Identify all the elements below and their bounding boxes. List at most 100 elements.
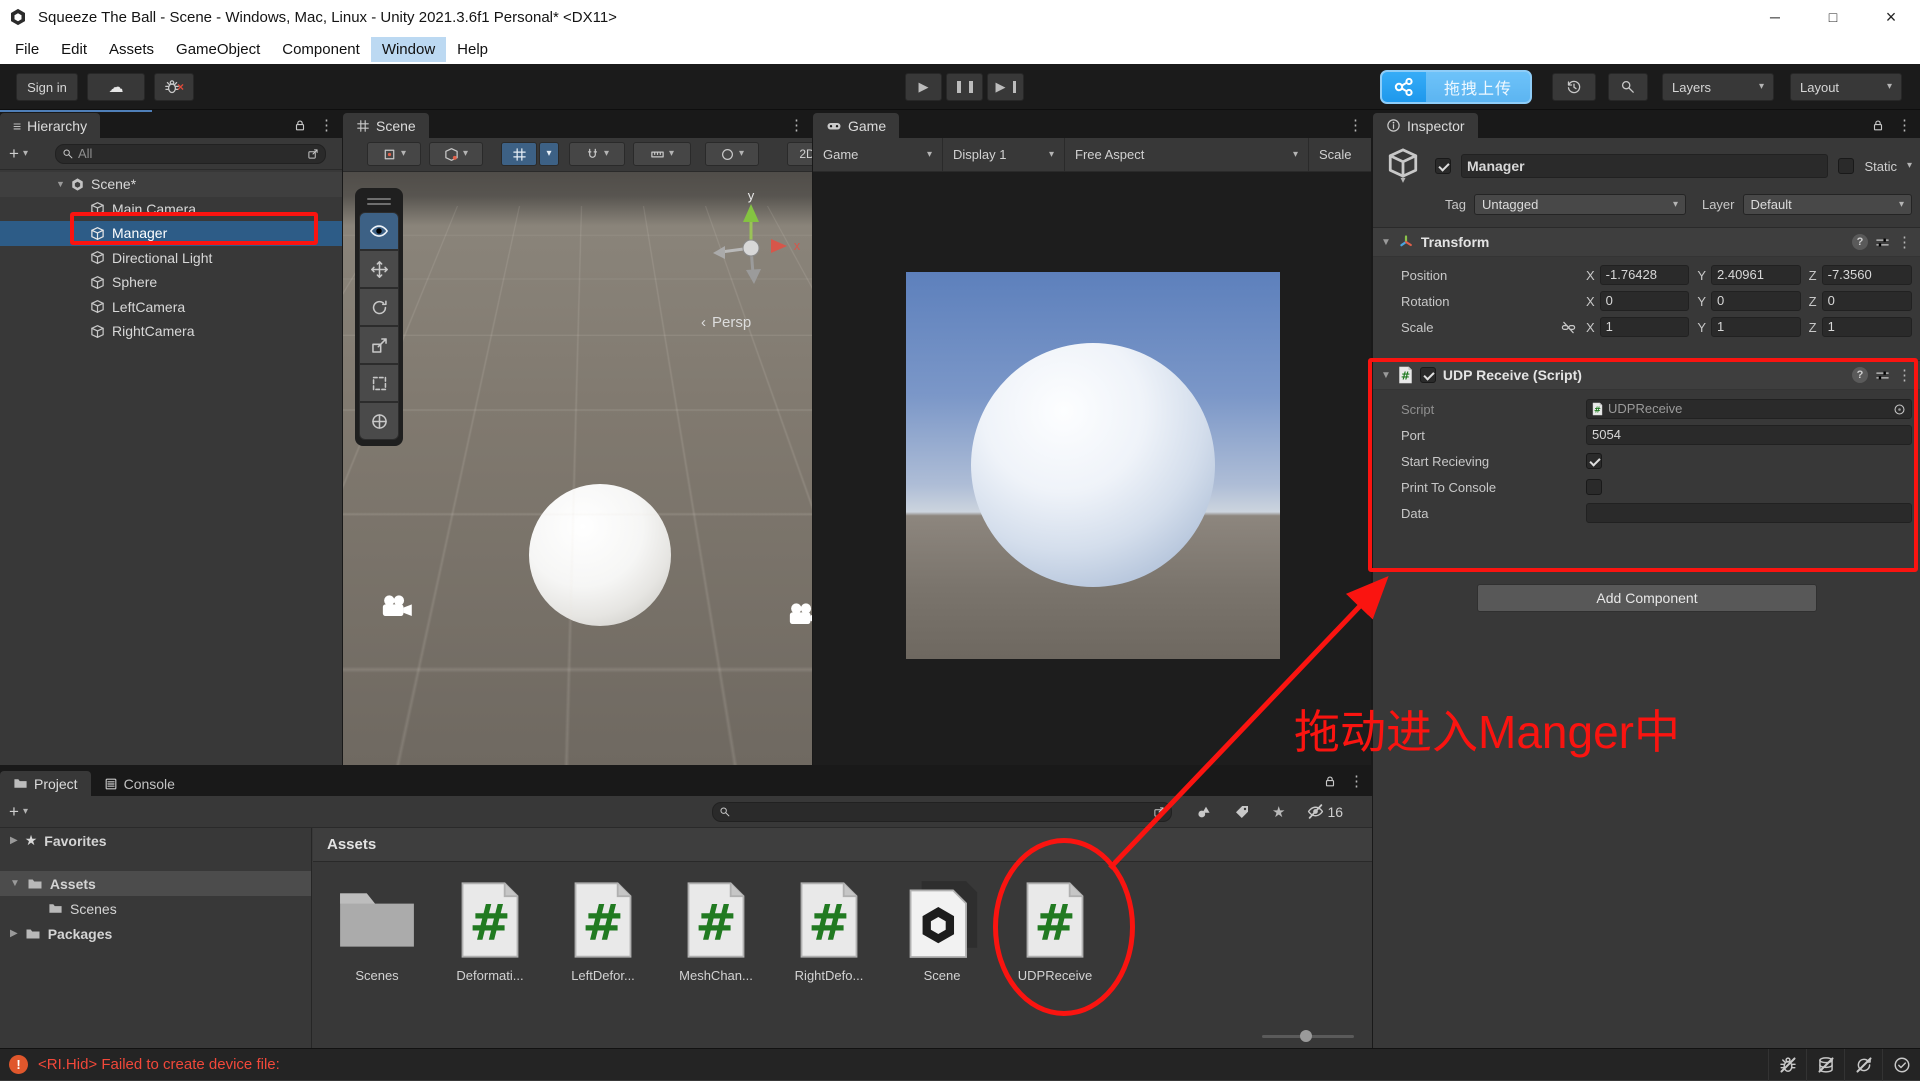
asset-rightdeform-script[interactable]: RightDefo...: [777, 876, 881, 1048]
constrain-proportions-link-icon[interactable]: [1561, 320, 1576, 335]
status-bar[interactable]: ! <RI.Hid> Failed to create device file:: [0, 1048, 1920, 1080]
menu-gameobject[interactable]: GameObject: [165, 37, 271, 62]
auto-refresh-disabled-button[interactable]: [1844, 1049, 1882, 1081]
add-gameobject-button[interactable]: +: [9, 144, 19, 164]
add-component-button[interactable]: Add Component: [1477, 584, 1817, 612]
scale-tool-button[interactable]: [359, 326, 399, 364]
create-asset-button[interactable]: +: [9, 802, 19, 822]
snap-settings-dropdown[interactable]: ▾: [569, 142, 625, 166]
status-error-text[interactable]: <RI.Hid> Failed to create device file:: [38, 1056, 280, 1073]
menu-component[interactable]: Component: [271, 37, 371, 62]
play-button[interactable]: ▶: [905, 73, 942, 101]
menu-help[interactable]: Help: [446, 37, 499, 62]
rotation-z-field[interactable]: 0: [1822, 291, 1912, 311]
scene-sphere-object[interactable]: [529, 484, 671, 626]
game-target-dropdown[interactable]: Game ▾: [813, 138, 943, 171]
lock-icon[interactable]: [1871, 118, 1885, 132]
foldout-open-icon[interactable]: ▼: [56, 179, 70, 189]
display-dropdown[interactable]: Display 1 ▾: [943, 138, 1065, 171]
slider-knob[interactable]: [1300, 1030, 1312, 1042]
udp-receive-component-header[interactable]: ▼ UDP Receive (Script) ? ⋮: [1373, 360, 1920, 390]
rotation-y-field[interactable]: 0: [1711, 291, 1801, 311]
tab-project[interactable]: Project: [0, 771, 91, 796]
scale-z-field[interactable]: 1: [1822, 317, 1912, 337]
tab-game[interactable]: Game: [813, 113, 899, 138]
asset-udpreceive-script[interactable]: UDPReceive: [1003, 876, 1107, 1048]
hierarchy-item-leftcamera[interactable]: LeftCamera: [0, 295, 342, 320]
asset-leftdeform-script[interactable]: LeftDefor...: [551, 876, 655, 1048]
background-tasks-ok-button[interactable]: [1882, 1049, 1920, 1081]
persp-label[interactable]: Persp: [712, 314, 751, 331]
minimize-button[interactable]: ─: [1746, 0, 1804, 34]
cache-server-disconnected-button[interactable]: [1806, 1049, 1844, 1081]
tab-inspector[interactable]: Inspector: [1373, 113, 1478, 138]
foldout-open-icon[interactable]: ▼: [1381, 237, 1391, 248]
more-menu-icon[interactable]: ⋮: [1349, 772, 1364, 790]
tab-console[interactable]: Console: [91, 771, 188, 796]
transform-tool-button[interactable]: [359, 402, 399, 440]
scale-slider-label[interactable]: Scale: [1309, 138, 1371, 171]
hierarchy-item-manager[interactable]: Manager: [0, 221, 342, 246]
asset-scenes-folder[interactable]: Scenes: [325, 876, 429, 1048]
menu-file[interactable]: File: [4, 37, 50, 62]
aspect-ratio-dropdown[interactable]: Free Aspect ▾: [1065, 138, 1309, 171]
maximize-button[interactable]: □: [1804, 0, 1862, 34]
cloud-services-button[interactable]: ☁: [87, 73, 145, 101]
print-to-console-checkbox[interactable]: [1586, 479, 1602, 495]
grid-size-dropdown[interactable]: ▾: [633, 142, 691, 166]
presets-icon[interactable]: [1875, 235, 1890, 250]
tab-hierarchy[interactable]: ≡ Hierarchy: [0, 113, 100, 138]
render-mode-dropdown[interactable]: ▾: [705, 142, 759, 166]
undo-history-button[interactable]: [1552, 73, 1596, 101]
grid-visibility-toggle[interactable]: [501, 142, 537, 166]
tree-assets[interactable]: ▼ Assets: [0, 871, 311, 896]
hierarchy-item-directional-light[interactable]: Directional Light: [0, 246, 342, 271]
scene-viewport[interactable]: y x ‹ Persp: [343, 172, 813, 765]
presets-icon[interactable]: [1875, 368, 1890, 383]
toggle-2d-button[interactable]: 2D: [787, 142, 813, 166]
lock-icon[interactable]: [1323, 774, 1337, 788]
static-dropdown-icon[interactable]: ▾: [1907, 161, 1912, 171]
rect-tool-button[interactable]: [359, 364, 399, 402]
menu-window[interactable]: Window: [371, 37, 446, 62]
layer-dropdown[interactable]: Default ▾: [1743, 194, 1913, 215]
foldout-open-icon[interactable]: ▼: [1381, 370, 1391, 381]
chevron-down-icon[interactable]: ▾: [23, 807, 28, 817]
open-search-window-icon[interactable]: [307, 148, 319, 160]
position-z-field[interactable]: -7.3560: [1822, 265, 1912, 285]
tab-scene[interactable]: Scene: [343, 113, 429, 138]
tag-dropdown[interactable]: Untagged ▾: [1474, 194, 1686, 215]
tool-handle-pivot-dropdown[interactable]: ▾: [367, 142, 421, 166]
port-field[interactable]: 5054: [1586, 425, 1912, 445]
scale-x-field[interactable]: 1: [1600, 317, 1690, 337]
data-field[interactable]: [1586, 503, 1912, 523]
more-menu-icon[interactable]: ⋮: [1348, 116, 1363, 134]
hierarchy-scene-root[interactable]: ▼ Scene*: [0, 172, 342, 197]
move-tool-button[interactable]: [359, 250, 399, 288]
object-picker-icon[interactable]: [1893, 403, 1906, 416]
scene-orientation-gizmo[interactable]: y x ‹ Persp: [687, 186, 807, 346]
scale-y-field[interactable]: 1: [1711, 317, 1801, 337]
menu-edit[interactable]: Edit: [50, 37, 98, 62]
more-menu-icon[interactable]: ⋮: [789, 116, 804, 134]
component-enabled-checkbox[interactable]: [1420, 367, 1436, 383]
help-icon[interactable]: ?: [1852, 367, 1868, 383]
search-by-type-icon[interactable]: [1196, 804, 1212, 820]
hierarchy-item-main-camera[interactable]: Main Camera: [0, 197, 342, 222]
chevron-down-icon[interactable]: ▾: [23, 149, 28, 159]
netdisk-upload-overlay-button[interactable]: 拖拽上传: [1380, 70, 1532, 104]
position-x-field[interactable]: -1.76428: [1600, 265, 1690, 285]
transform-component-header[interactable]: ▼ Transform ? ⋮: [1373, 227, 1920, 257]
asset-size-slider[interactable]: [1262, 1030, 1354, 1042]
more-menu-icon[interactable]: ⋮: [1897, 366, 1912, 384]
asset-meshchange-script[interactable]: MeshChan...: [664, 876, 768, 1048]
static-checkbox[interactable]: [1838, 158, 1854, 174]
help-icon[interactable]: ?: [1852, 234, 1868, 250]
more-menu-icon[interactable]: ⋮: [1897, 116, 1912, 134]
lock-icon[interactable]: [293, 118, 307, 132]
favorites-star-icon[interactable]: ★: [1272, 803, 1285, 821]
tool-handle-rotation-dropdown[interactable]: ▾: [429, 142, 483, 166]
hierarchy-item-sphere[interactable]: Sphere: [0, 270, 342, 295]
rotation-x-field[interactable]: 0: [1600, 291, 1690, 311]
hierarchy-item-rightcamera[interactable]: RightCamera: [0, 319, 342, 344]
